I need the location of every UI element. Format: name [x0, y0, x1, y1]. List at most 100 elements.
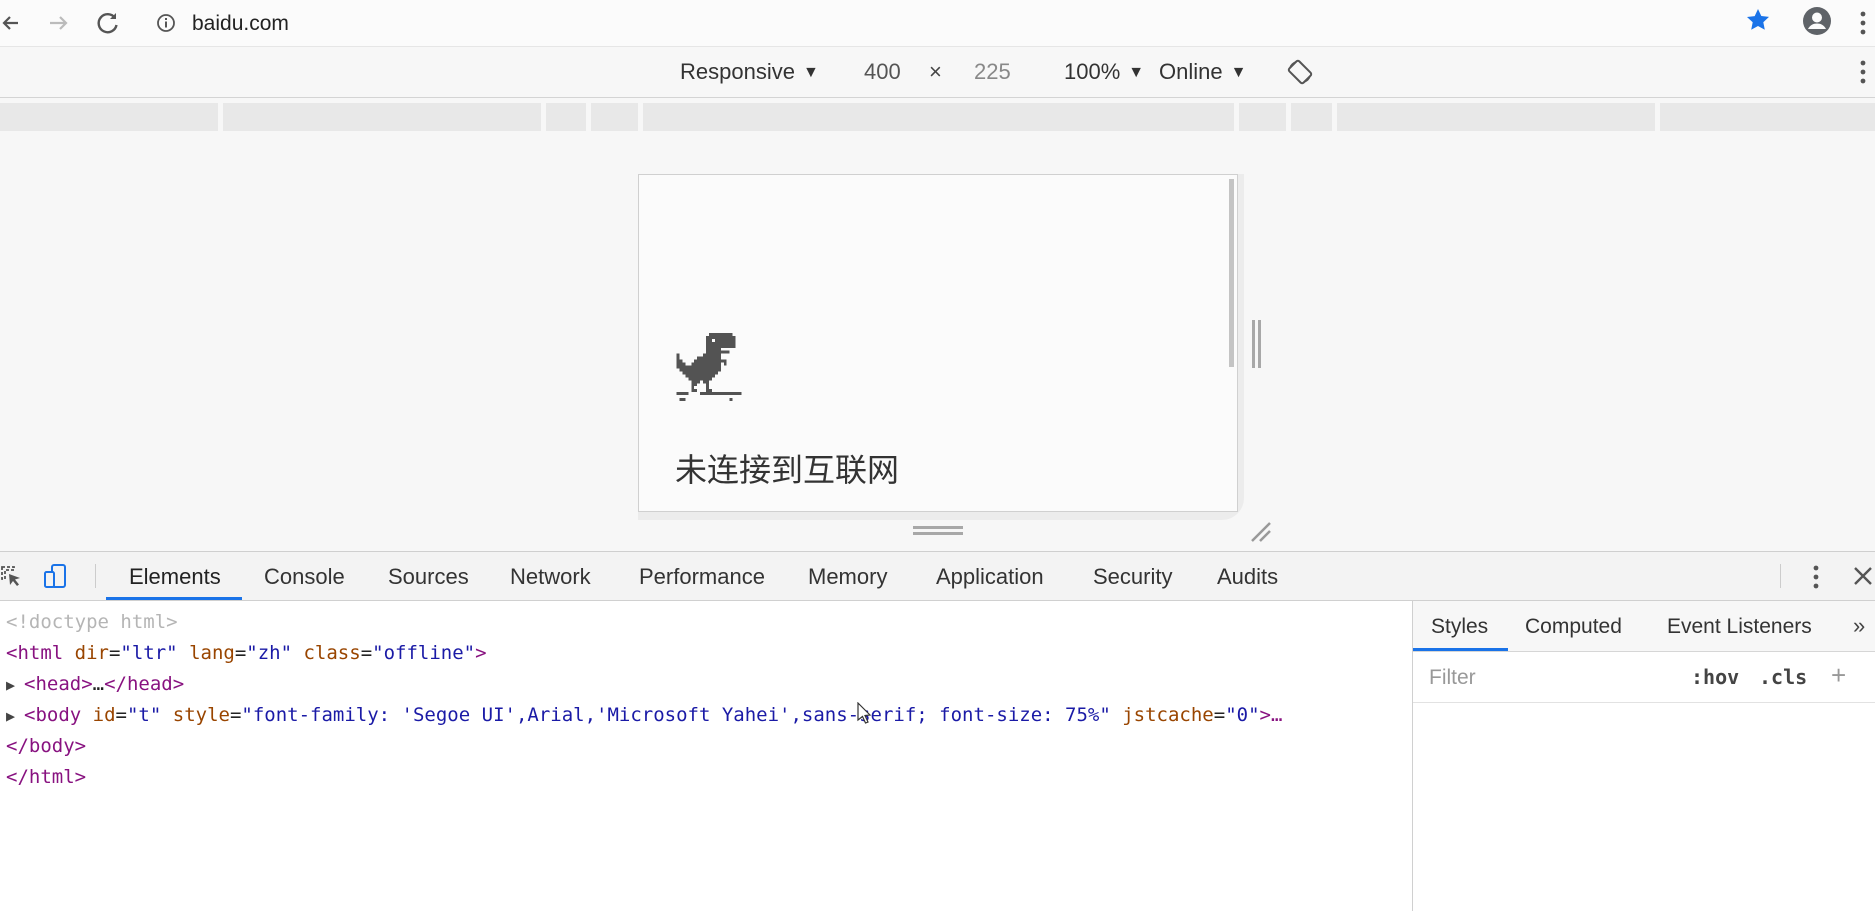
attr-value: "offline" [372, 642, 476, 664]
tab-styles[interactable]: Styles [1431, 615, 1488, 639]
tab-network[interactable]: Network [510, 564, 591, 590]
page-scrollbar[interactable] [1229, 179, 1234, 367]
media-query-segment[interactable] [223, 103, 541, 131]
rotate-icon[interactable] [1286, 58, 1314, 86]
attr-value: "ltr" [120, 642, 178, 664]
dino-icon [675, 333, 743, 401]
tree-node-head[interactable]: ▶ <head>…</head> [6, 673, 184, 695]
tab-performance[interactable]: Performance [639, 564, 765, 590]
tab-security[interactable]: Security [1093, 564, 1172, 590]
equals: = [360, 642, 373, 664]
devtools-panel: Elements Console Sources Network Perform… [0, 551, 1875, 911]
tree-node-html[interactable]: <html dir="ltr" lang="zh" class="offline… [6, 642, 487, 664]
browser-toolbar: baidu.com [0, 0, 1875, 47]
attr-name: class [292, 642, 361, 664]
tab-computed[interactable]: Computed [1525, 615, 1622, 639]
tag-close: </head> [104, 673, 185, 695]
resize-height-handle[interactable] [913, 524, 963, 536]
divider [95, 564, 96, 588]
chevron-down-icon: ▼ [1230, 64, 1247, 81]
divider [1780, 564, 1781, 588]
attr-value: "t" [126, 704, 162, 726]
throttle-select[interactable]: Online ▼ [1159, 59, 1246, 85]
resize-width-handle[interactable] [1251, 320, 1263, 368]
attr-name: style [161, 704, 230, 726]
chevron-down-icon: ▼ [1128, 64, 1145, 81]
forward-icon[interactable] [44, 9, 72, 37]
tree-node-doctype[interactable]: <!doctype html> [6, 611, 178, 633]
resize-corner-handle[interactable] [1248, 519, 1272, 543]
tab-application[interactable]: Application [936, 564, 1044, 590]
tree-node-body-close[interactable]: </body> [6, 735, 86, 757]
device-toolbar: Responsive ▼ 400 × 225 100% ▼ Online ▼ [0, 47, 1875, 98]
tree-node-body[interactable]: ▶ <body id="t" style="font-family: 'Segoe… [6, 704, 1282, 726]
device-toggle-icon[interactable] [42, 563, 70, 591]
equals: = [229, 704, 242, 726]
chrome-menu-icon[interactable] [1858, 8, 1868, 38]
url-text[interactable]: baidu.com [192, 12, 289, 36]
equals: = [234, 642, 247, 664]
device-toolbar-menu-icon[interactable] [1858, 57, 1868, 87]
elements-tree: <!doctype html> <html dir="ltr" lang="zh… [0, 601, 1412, 911]
media-query-segment[interactable] [1239, 103, 1286, 131]
offline-title: 未连接到互联网 [675, 451, 900, 489]
device-select[interactable]: Responsive ▼ [680, 59, 819, 85]
cls-toggle[interactable]: .cls [1759, 665, 1807, 689]
reload-icon[interactable] [94, 9, 122, 37]
attr-value: "zh" [246, 642, 293, 664]
attr-value: "font-family: 'Segoe UI',Arial,'Microsof… [241, 704, 1111, 726]
address-bar[interactable]: baidu.com [150, 6, 1710, 40]
site-info-icon[interactable] [156, 13, 176, 33]
account-icon[interactable] [1801, 5, 1833, 37]
expand-triangle-icon[interactable]: ▶ [6, 676, 24, 694]
new-style-rule-button[interactable]: + [1831, 660, 1846, 691]
media-query-segment[interactable] [1660, 103, 1875, 131]
tab-console[interactable]: Console [264, 564, 345, 590]
tag-end: >… [1259, 704, 1283, 726]
tab-elements[interactable]: Elements [129, 564, 221, 590]
tab-memory[interactable]: Memory [808, 564, 887, 590]
emulated-page[interactable]: 未连接到互联网 [638, 174, 1238, 512]
tag-close: </html> [6, 766, 87, 788]
styles-tabbar: Styles Computed Event Listeners » [1413, 601, 1875, 652]
width-input[interactable]: 400 [864, 59, 901, 85]
device-frame: 未连接到互联网 [638, 174, 1244, 520]
tab-sources[interactable]: Sources [388, 564, 469, 590]
device-viewport-area: 未连接到互联网 [0, 131, 1875, 551]
devtools-menu-icon[interactable] [1810, 562, 1822, 592]
more-tabs-icon[interactable]: » [1853, 613, 1865, 639]
media-query-segment[interactable] [546, 103, 586, 131]
bookmark-star-icon[interactable] [1743, 5, 1773, 35]
equals: = [115, 704, 127, 726]
media-query-segment[interactable] [0, 103, 218, 131]
throttle-label: Online [1159, 59, 1223, 84]
attr-value: "0" [1225, 704, 1260, 726]
collapsed-ellipsis: … [92, 673, 105, 695]
mouse-cursor-icon [857, 701, 873, 724]
attr-name: lang [177, 642, 235, 664]
equals: = [1213, 704, 1226, 726]
styles-filter-row: :hov .cls + [1413, 652, 1875, 703]
close-icon[interactable] [1852, 565, 1874, 587]
equals: = [108, 642, 121, 664]
attr-name: id [81, 704, 116, 726]
zoom-select[interactable]: 100% ▼ [1064, 59, 1144, 85]
media-query-segment[interactable] [1291, 103, 1332, 131]
active-tab-indicator [106, 597, 242, 600]
zoom-label: 100% [1064, 59, 1121, 84]
height-input[interactable]: 225 [974, 59, 1011, 85]
hov-toggle[interactable]: :hov [1691, 665, 1739, 689]
tree-node-html-close[interactable]: </html> [6, 766, 86, 788]
device-select-label: Responsive [680, 59, 795, 84]
styles-filter-input[interactable] [1427, 664, 1631, 692]
media-query-segment[interactable] [643, 103, 1234, 131]
inspect-element-icon[interactable] [0, 565, 24, 589]
tab-event-listeners[interactable]: Event Listeners [1667, 615, 1812, 639]
tag-end: > [475, 642, 487, 664]
media-query-segment[interactable] [591, 103, 638, 131]
back-icon[interactable] [0, 9, 28, 37]
tab-audits[interactable]: Audits [1217, 564, 1278, 590]
active-tab-indicator [1413, 648, 1508, 651]
expand-triangle-icon[interactable]: ▶ [6, 707, 24, 725]
media-query-segment[interactable] [1337, 103, 1655, 131]
